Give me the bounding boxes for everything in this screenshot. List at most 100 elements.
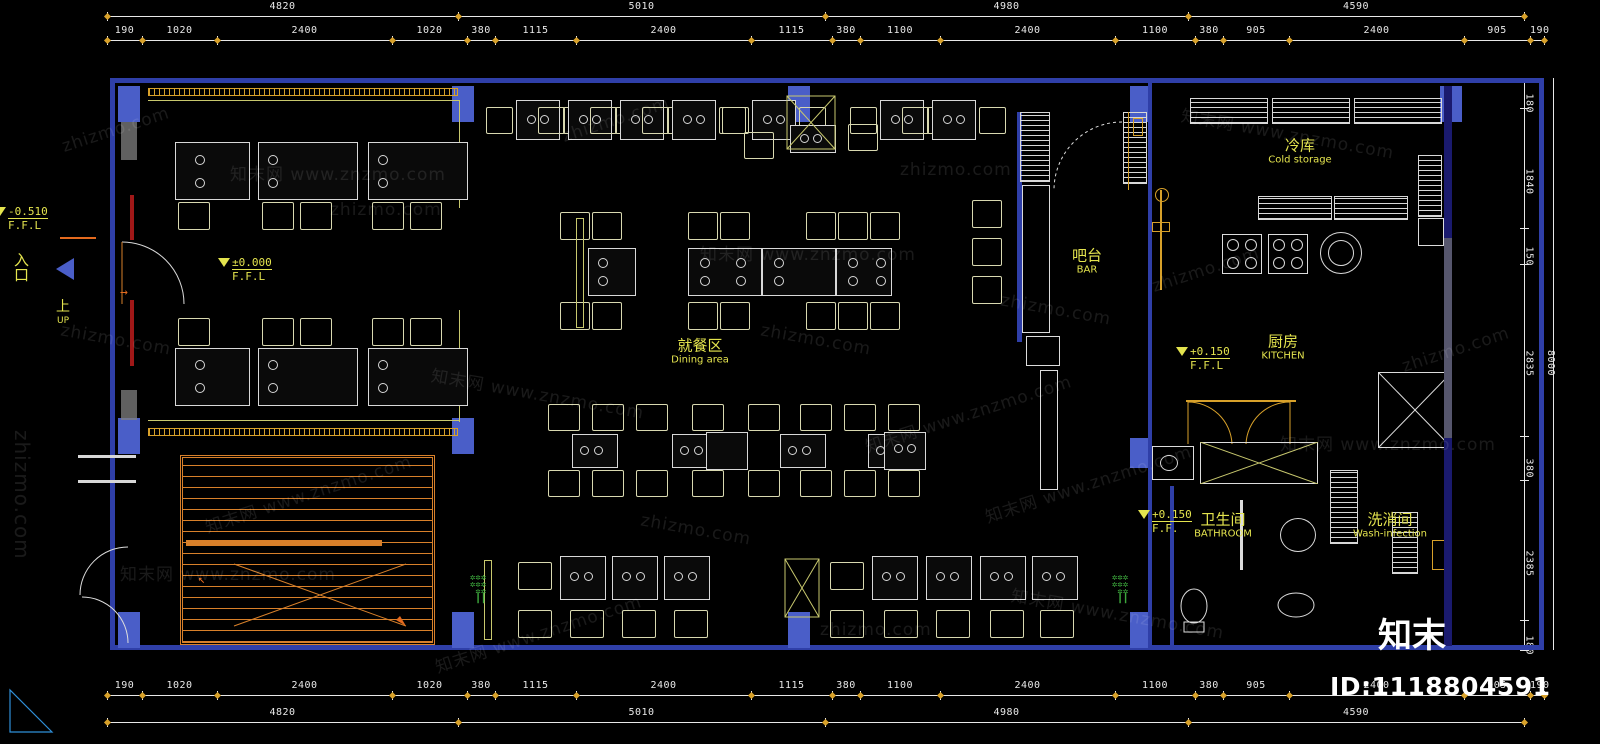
chair — [592, 302, 622, 330]
top-inner-dim-value: 1115 — [522, 25, 549, 36]
right-dim-tick — [1520, 480, 1529, 481]
bottom-inner-dim-marker — [388, 691, 397, 700]
top-outer-dim-marker — [103, 12, 112, 21]
orientation-symbol — [9, 688, 54, 733]
column — [118, 418, 140, 454]
chair — [518, 562, 552, 590]
top-inner-dim-marker — [1111, 36, 1120, 45]
room-label-cn: 冷库 — [1284, 136, 1315, 155]
booth-table — [175, 348, 250, 406]
top-inner-dim-line — [142, 40, 217, 41]
bar-shelf — [1020, 112, 1050, 182]
bar-stool — [972, 200, 1002, 228]
chair — [486, 107, 513, 134]
tableware — [570, 572, 579, 581]
room-label-cn: 吧台 — [1071, 246, 1103, 265]
bottom-inner-dim-marker — [572, 691, 581, 700]
bar-unit — [1026, 336, 1060, 366]
top-inner-dim-marker — [1219, 36, 1228, 45]
cad-floor-plan: 4820 5010 4980 4590 190 1020 2400 1020 380 1115 2… — [0, 0, 1600, 744]
booth-table — [175, 142, 250, 200]
bottom-inner-dim-line — [217, 695, 392, 696]
right-dim-value: 2385 — [1523, 550, 1535, 577]
bottom-outer-dim-marker — [1520, 718, 1529, 727]
top-inner-dim-value: 2400 — [1014, 25, 1041, 36]
right-dim-value: 380 — [1523, 458, 1535, 479]
chair — [372, 202, 404, 230]
tableware — [683, 115, 692, 124]
tableware — [848, 258, 858, 268]
kitchen-prep-table — [1334, 196, 1408, 220]
bottom-inner-dim-marker — [1191, 691, 1200, 700]
dining-table — [884, 432, 926, 470]
urinal-icon — [1277, 592, 1315, 618]
top-inner-dim-line — [1223, 40, 1289, 41]
bottom-inner-dim-value: 2400 — [291, 680, 318, 691]
bottom-inner-dim-marker — [936, 691, 945, 700]
top-inner-dim-value: 1100 — [1141, 25, 1169, 36]
room-label-bar: 吧台 BAR — [1071, 246, 1103, 277]
level-value: ±0.000 — [232, 256, 272, 269]
bottom-outer-dim-marker — [103, 718, 112, 727]
kitchen-door-swing — [1187, 401, 1233, 445]
entry-arrow — [56, 258, 74, 280]
level-label: F.F.L — [232, 269, 272, 283]
top-inner-dim-value: 1100 — [886, 25, 914, 36]
tableware — [268, 178, 278, 188]
level-triangle-icon — [218, 258, 230, 267]
top-inner-dim-line — [940, 40, 1115, 41]
tableware — [774, 276, 784, 286]
top-inner-dim-value: 380 — [471, 25, 491, 36]
top-inner-dim-marker — [1285, 36, 1294, 45]
top-inner-dim-line — [576, 40, 751, 41]
door-direction-arrow: → — [120, 285, 128, 300]
burner — [1245, 239, 1257, 251]
exterior-step — [78, 455, 136, 458]
decor-band-mid — [148, 428, 458, 436]
top-inner-dim-line — [860, 40, 940, 41]
chair — [300, 318, 332, 346]
entry-door-swing — [121, 241, 185, 305]
chair — [590, 107, 617, 134]
tableware — [594, 446, 603, 455]
kitchen-wall-left — [1148, 78, 1152, 468]
booth-table — [368, 142, 468, 200]
bottom-outer-dim-value: 5010 — [628, 707, 655, 718]
chair — [744, 132, 774, 159]
top-inner-dim-marker — [388, 36, 397, 45]
level-marker: +0.150 F.F.L — [1176, 345, 1230, 372]
room-label-cn: 厨房 — [1267, 332, 1298, 351]
stair-up-arrow: ↖ — [198, 572, 206, 586]
bottom-inner-dim-value: 1020 — [416, 680, 443, 691]
bottom-inner-dim-line — [392, 695, 467, 696]
booth-table — [258, 142, 358, 200]
decor-line — [148, 100, 460, 101]
tableware — [195, 155, 205, 165]
top-inner-dim-marker — [936, 36, 945, 45]
bottom-outer-dim-value: 4820 — [269, 707, 296, 718]
burner — [1291, 257, 1303, 269]
level-marker: +0.150 F.F. — [1138, 508, 1192, 535]
right-dim-tick — [1520, 228, 1529, 229]
booth-table — [258, 348, 358, 406]
right-dim-tick — [1520, 264, 1529, 265]
bar-line — [1128, 112, 1129, 190]
level-label: F.F.L — [1190, 358, 1230, 372]
tableware — [636, 572, 645, 581]
chair — [1040, 610, 1074, 638]
room-label-en: Wash-infection — [1353, 528, 1427, 540]
bottom-outer-dim-line — [825, 722, 1188, 723]
entry-line — [60, 237, 96, 239]
chair — [748, 470, 780, 497]
bar-fixture — [1133, 118, 1143, 136]
bottom-inner-dim-marker — [463, 691, 472, 700]
tableware — [894, 444, 903, 453]
watermark-text: zhizmo.com — [900, 160, 1012, 180]
bar-counter — [1022, 185, 1050, 333]
watermark-text-vertical: zhizmo.com — [10, 430, 34, 560]
chair — [838, 212, 868, 240]
tableware — [598, 258, 608, 268]
top-inner-dim-marker — [103, 36, 112, 45]
top-inner-dim-marker — [856, 36, 865, 45]
tableware — [674, 572, 683, 581]
